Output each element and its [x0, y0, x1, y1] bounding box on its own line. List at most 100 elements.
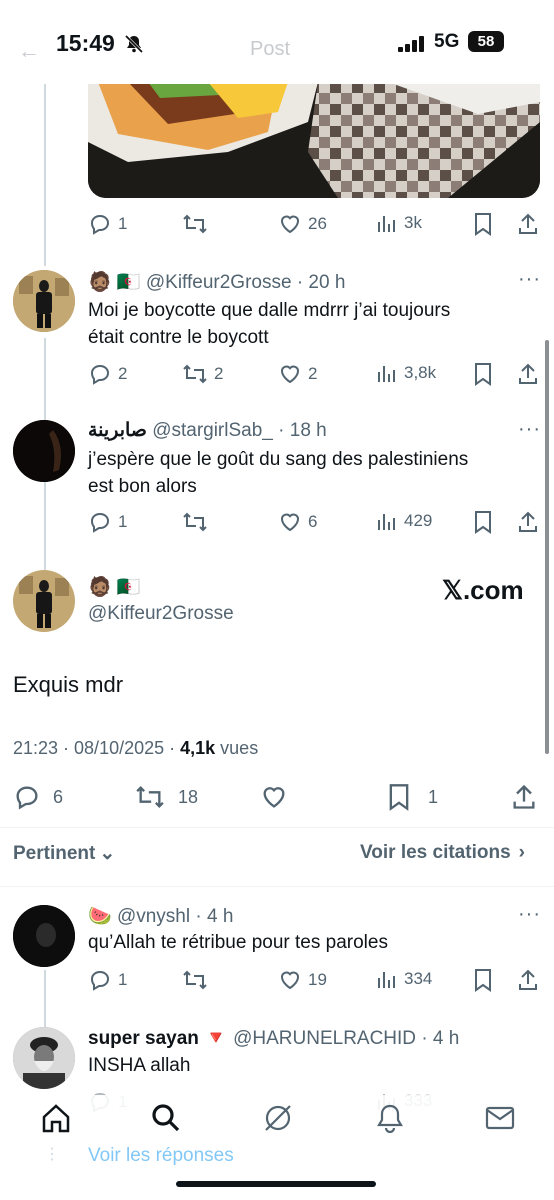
view-count: 3,8k: [404, 363, 437, 382]
bookmark-icon[interactable]: [472, 968, 494, 992]
heart-icon: [280, 215, 300, 234]
battery-level: 58: [468, 31, 504, 52]
share-icon[interactable]: [516, 968, 540, 992]
retweet-button[interactable]: [182, 510, 214, 534]
avatar[interactable]: [13, 570, 75, 632]
like-count: 6: [308, 512, 318, 531]
views-icon: [378, 216, 395, 232]
user-emoji: 🧔🏽 🇩🇿: [88, 272, 141, 293]
views-button[interactable]: 429: [376, 510, 432, 532]
share-icon[interactable]: [516, 362, 540, 386]
messages-icon[interactable]: [484, 1103, 516, 1133]
view-count: 334: [404, 969, 433, 988]
bookmark-icon[interactable]: [472, 212, 494, 236]
view-quotes-link[interactable]: Voir les citations ›: [360, 842, 525, 864]
status-bar: ← Post 15:49 5G 58: [0, 0, 554, 84]
watermark: 𝕏.com: [442, 575, 524, 605]
bookmark-count: 1: [428, 786, 439, 807]
user-handle[interactable]: @HARUNELRACHID: [233, 1028, 416, 1049]
reply-text: qu’Allah te rétribue pour tes paroles: [88, 932, 388, 953]
like-button[interactable]: 19: [278, 968, 327, 992]
post-time: · 18 h: [278, 420, 327, 441]
scrollbar[interactable]: [545, 340, 549, 754]
retweet-icon: [183, 214, 207, 234]
reply-button[interactable]: 1: [88, 510, 127, 534]
show-replies-link[interactable]: Voir les réponses: [88, 1145, 234, 1167]
bookmark-button[interactable]: 1: [386, 783, 438, 811]
thread-line: [44, 84, 46, 266]
retweet-button[interactable]: 2: [182, 362, 223, 386]
divider: [0, 886, 554, 887]
more-options-icon[interactable]: ···: [518, 903, 541, 926]
retweet-icon: [183, 512, 207, 532]
sort-dropdown[interactable]: Pertinent ⌄: [13, 842, 115, 865]
retweet-button[interactable]: [182, 212, 214, 236]
avatar[interactable]: [13, 905, 75, 967]
back-arrow-icon[interactable]: ←: [18, 38, 40, 64]
reply-count: 1: [118, 970, 128, 989]
more-options-icon[interactable]: ···: [518, 418, 541, 441]
grok-icon[interactable]: [262, 1103, 294, 1133]
user-emoji: 🍉: [88, 906, 112, 927]
heart-icon: [280, 513, 300, 532]
thread-line: [44, 970, 46, 1028]
reply-icon: [16, 786, 38, 810]
share-icon[interactable]: [516, 212, 540, 236]
retweet-icon: [183, 364, 207, 384]
retweet-button[interactable]: [182, 968, 214, 992]
clock: 15:49: [56, 30, 115, 56]
notifications-icon[interactable]: [374, 1103, 406, 1133]
avatar[interactable]: [13, 270, 75, 332]
user-handle[interactable]: @Kiffeur2Grosse: [88, 603, 234, 625]
like-button[interactable]: 6: [278, 510, 317, 534]
tweet-date: 21:23 · 08/10/2025 ·: [13, 738, 181, 758]
bookmark-icon[interactable]: [472, 362, 494, 386]
views-button[interactable]: 3k: [376, 212, 422, 234]
search-icon[interactable]: [150, 1103, 182, 1133]
post-time: · 4 h: [421, 1028, 460, 1049]
display-name[interactable]: صابرينة: [88, 420, 147, 441]
like-button[interactable]: 26: [278, 212, 327, 236]
reply-button[interactable]: 1: [88, 968, 127, 992]
reply-icon: [90, 970, 110, 991]
tweet-photo[interactable]: [88, 82, 540, 198]
like-count: 19: [308, 970, 327, 989]
share-icon[interactable]: [516, 510, 540, 534]
view-count: 429: [404, 511, 433, 530]
page-title: Post: [250, 38, 291, 60]
like-count: 2: [308, 364, 318, 383]
thread-dots: ⋮: [44, 1146, 60, 1163]
retweet-count: 18: [178, 786, 199, 807]
like-button[interactable]: [260, 783, 294, 811]
reply-count: 1: [118, 214, 128, 233]
more-options-icon[interactable]: ···: [518, 268, 541, 291]
views-button[interactable]: 334: [376, 968, 432, 990]
display-name[interactable]: super sayan 🔻: [88, 1028, 228, 1049]
like-button[interactable]: 2: [278, 362, 317, 386]
user-handle[interactable]: @Kiffeur2Grosse: [146, 272, 292, 293]
user-handle[interactable]: @stargirlSab_: [152, 420, 273, 441]
reply-text: INSHA allah: [88, 1055, 191, 1076]
home-indicator: [176, 1181, 376, 1187]
reply-header: 🍉 @vnyshl · 4 h: [88, 904, 233, 928]
avatar[interactable]: [13, 420, 75, 482]
chevron-right-icon: ›: [518, 842, 525, 863]
share-icon[interactable]: [510, 783, 538, 811]
retweet-icon: [136, 786, 164, 808]
reply-icon: [90, 364, 110, 385]
reply-button[interactable]: 2: [88, 362, 127, 386]
home-icon[interactable]: [40, 1103, 72, 1133]
reply-count: 2: [118, 364, 128, 383]
bookmark-icon[interactable]: [472, 510, 494, 534]
views-icon: [378, 972, 395, 988]
reply-button[interactable]: 1: [88, 212, 127, 236]
user-emoji: 🧔🏽 🇩🇿: [88, 577, 141, 598]
user-handle[interactable]: @vnyshl: [117, 906, 190, 927]
reply-button[interactable]: 6: [13, 783, 63, 811]
chevron-down-icon: ⌄: [99, 843, 116, 864]
views-button[interactable]: 3,8k: [376, 362, 436, 384]
retweet-button[interactable]: 18: [134, 783, 198, 811]
avatar[interactable]: [13, 1027, 75, 1089]
tweet-text: Exquis mdr: [13, 672, 124, 697]
retweet-icon: [183, 970, 207, 990]
